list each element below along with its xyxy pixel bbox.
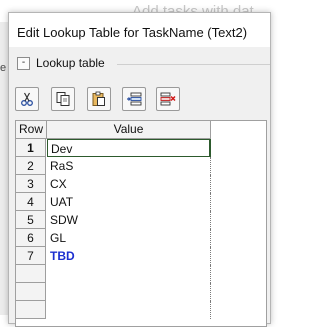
row-column-header: Row bbox=[16, 121, 47, 139]
edit-lookup-table-dialog: Edit Lookup Table for TaskName (Text2) -… bbox=[8, 12, 271, 327]
row-number: 5 bbox=[16, 211, 46, 229]
cut-button[interactable] bbox=[15, 87, 39, 111]
paste-button[interactable] bbox=[87, 87, 111, 111]
header-filler bbox=[211, 121, 266, 138]
table-row: 5 SDW bbox=[16, 211, 266, 229]
value-column-header: Value bbox=[47, 121, 211, 139]
row-number bbox=[16, 283, 46, 301]
table-row: 1 Dev bbox=[16, 139, 266, 157]
row-number: 1 bbox=[16, 139, 46, 157]
row-number: 6 bbox=[16, 229, 46, 247]
value-cell[interactable] bbox=[47, 265, 211, 283]
lookup-table-section: - Lookup table bbox=[9, 51, 270, 75]
table-row: 3 CX bbox=[16, 175, 266, 193]
cut-icon bbox=[21, 92, 33, 106]
copy-button[interactable] bbox=[51, 87, 75, 111]
delete-row-icon bbox=[160, 92, 176, 106]
value-cell[interactable]: SDW bbox=[47, 211, 211, 229]
value-cell[interactable] bbox=[47, 301, 211, 319]
dialog-titlebar[interactable]: Edit Lookup Table for TaskName (Text2) bbox=[9, 13, 270, 47]
lookup-table-grid: Row Value 1 Dev 2 RaS 3 CX 4 UAT 5 SDW 6… bbox=[15, 120, 267, 327]
row-number: 4 bbox=[16, 193, 46, 211]
background-left-fragment: e bbox=[0, 62, 7, 74]
value-cell[interactable] bbox=[47, 283, 211, 301]
section-divider bbox=[117, 64, 270, 65]
value-cell[interactable]: RaS bbox=[47, 157, 211, 175]
value-cell[interactable]: Dev bbox=[47, 139, 211, 157]
table-row: 2 RaS bbox=[16, 157, 266, 175]
paste-icon bbox=[92, 91, 105, 106]
table-row bbox=[16, 283, 266, 301]
value-cell[interactable]: TBD bbox=[47, 247, 211, 265]
section-label: Lookup table bbox=[36, 56, 105, 70]
collapse-section-button[interactable]: - bbox=[17, 57, 30, 70]
value-cell[interactable]: GL bbox=[47, 229, 211, 247]
table-row: 6 GL bbox=[16, 229, 266, 247]
row-number: 2 bbox=[16, 157, 46, 175]
copy-icon bbox=[56, 92, 70, 106]
table-row: 7 TBD bbox=[16, 247, 266, 265]
table-row: 4 UAT bbox=[16, 193, 266, 211]
table-row bbox=[16, 301, 266, 319]
insert-row-icon bbox=[127, 92, 142, 106]
value-cell[interactable]: UAT bbox=[47, 193, 211, 211]
value-cell[interactable]: CX bbox=[47, 175, 211, 193]
delete-row-button[interactable] bbox=[156, 87, 180, 111]
insert-row-button[interactable] bbox=[122, 87, 146, 111]
row-number: 7 bbox=[16, 247, 46, 265]
row-number bbox=[16, 265, 46, 283]
dialog-title: Edit Lookup Table for TaskName (Text2) bbox=[17, 25, 248, 40]
row-number bbox=[16, 301, 46, 319]
row-number: 3 bbox=[16, 175, 46, 193]
table-row bbox=[16, 265, 266, 283]
